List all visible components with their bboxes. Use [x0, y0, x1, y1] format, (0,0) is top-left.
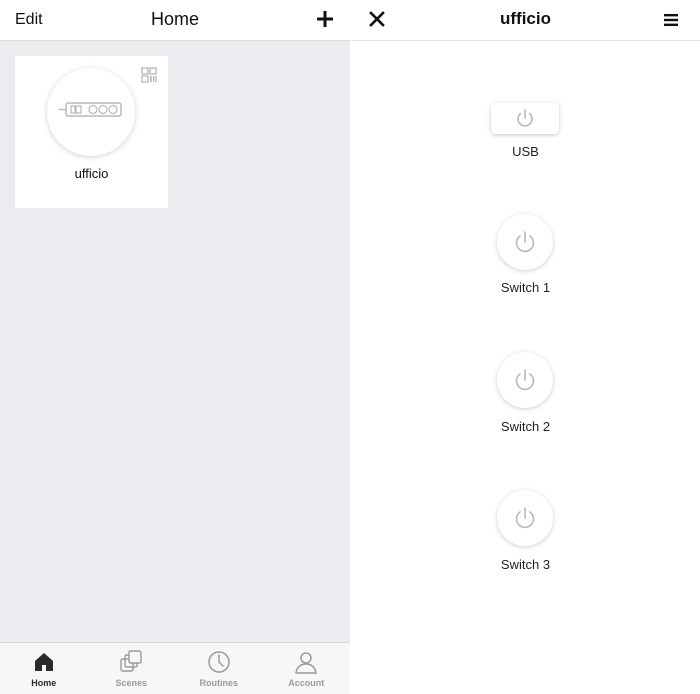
device-header: ufficio [351, 0, 700, 41]
clock-icon [208, 651, 230, 673]
tab-bar: Home Scenes Routines Account [0, 642, 350, 694]
qr-code-icon[interactable] [141, 67, 157, 83]
switch-1-label: Switch 1 [500, 280, 551, 295]
page-title: Home [150, 9, 199, 29]
switch-3-power-button[interactable] [497, 490, 553, 546]
usb-power-button[interactable] [491, 103, 559, 134]
menu-icon[interactable] [664, 13, 678, 27]
tab-routines[interactable]: Routines [175, 643, 263, 694]
tab-account[interactable]: Account [263, 643, 351, 694]
switch-2-label: Switch 2 [500, 419, 551, 434]
power-strip-icon [59, 102, 122, 117]
tab-home[interactable]: Home [0, 643, 88, 694]
person-icon [295, 652, 318, 674]
tab-label: Routines [199, 678, 238, 688]
home-screen: Edit Home ufficio Home Scenes Routines A… [0, 0, 350, 694]
home-header: Edit Home [0, 0, 350, 41]
add-icon[interactable] [314, 8, 336, 30]
tab-label: Home [31, 678, 57, 688]
tab-label: Account [288, 678, 325, 688]
switch-3-label: Switch 3 [500, 557, 551, 572]
power-icon [517, 109, 533, 127]
tab-label: Scenes [115, 678, 148, 688]
tab-scenes[interactable]: Scenes [88, 643, 176, 694]
switch-2-power-button[interactable] [497, 352, 553, 408]
device-title: ufficio [500, 9, 551, 28]
device-detail-screen: ufficio USB Switch 1 Switch 2 Switch 3 [351, 0, 700, 694]
switch-1-power-button[interactable] [497, 214, 553, 270]
home-icon [34, 653, 53, 671]
scenes-icon [120, 650, 142, 672]
power-icon [515, 231, 535, 253]
device-name: ufficio [74, 166, 109, 181]
power-icon [515, 369, 535, 391]
power-icon [515, 507, 535, 529]
device-thumbnail [47, 68, 135, 156]
device-card-ufficio[interactable]: ufficio [15, 56, 168, 208]
usb-label: USB [512, 144, 539, 159]
